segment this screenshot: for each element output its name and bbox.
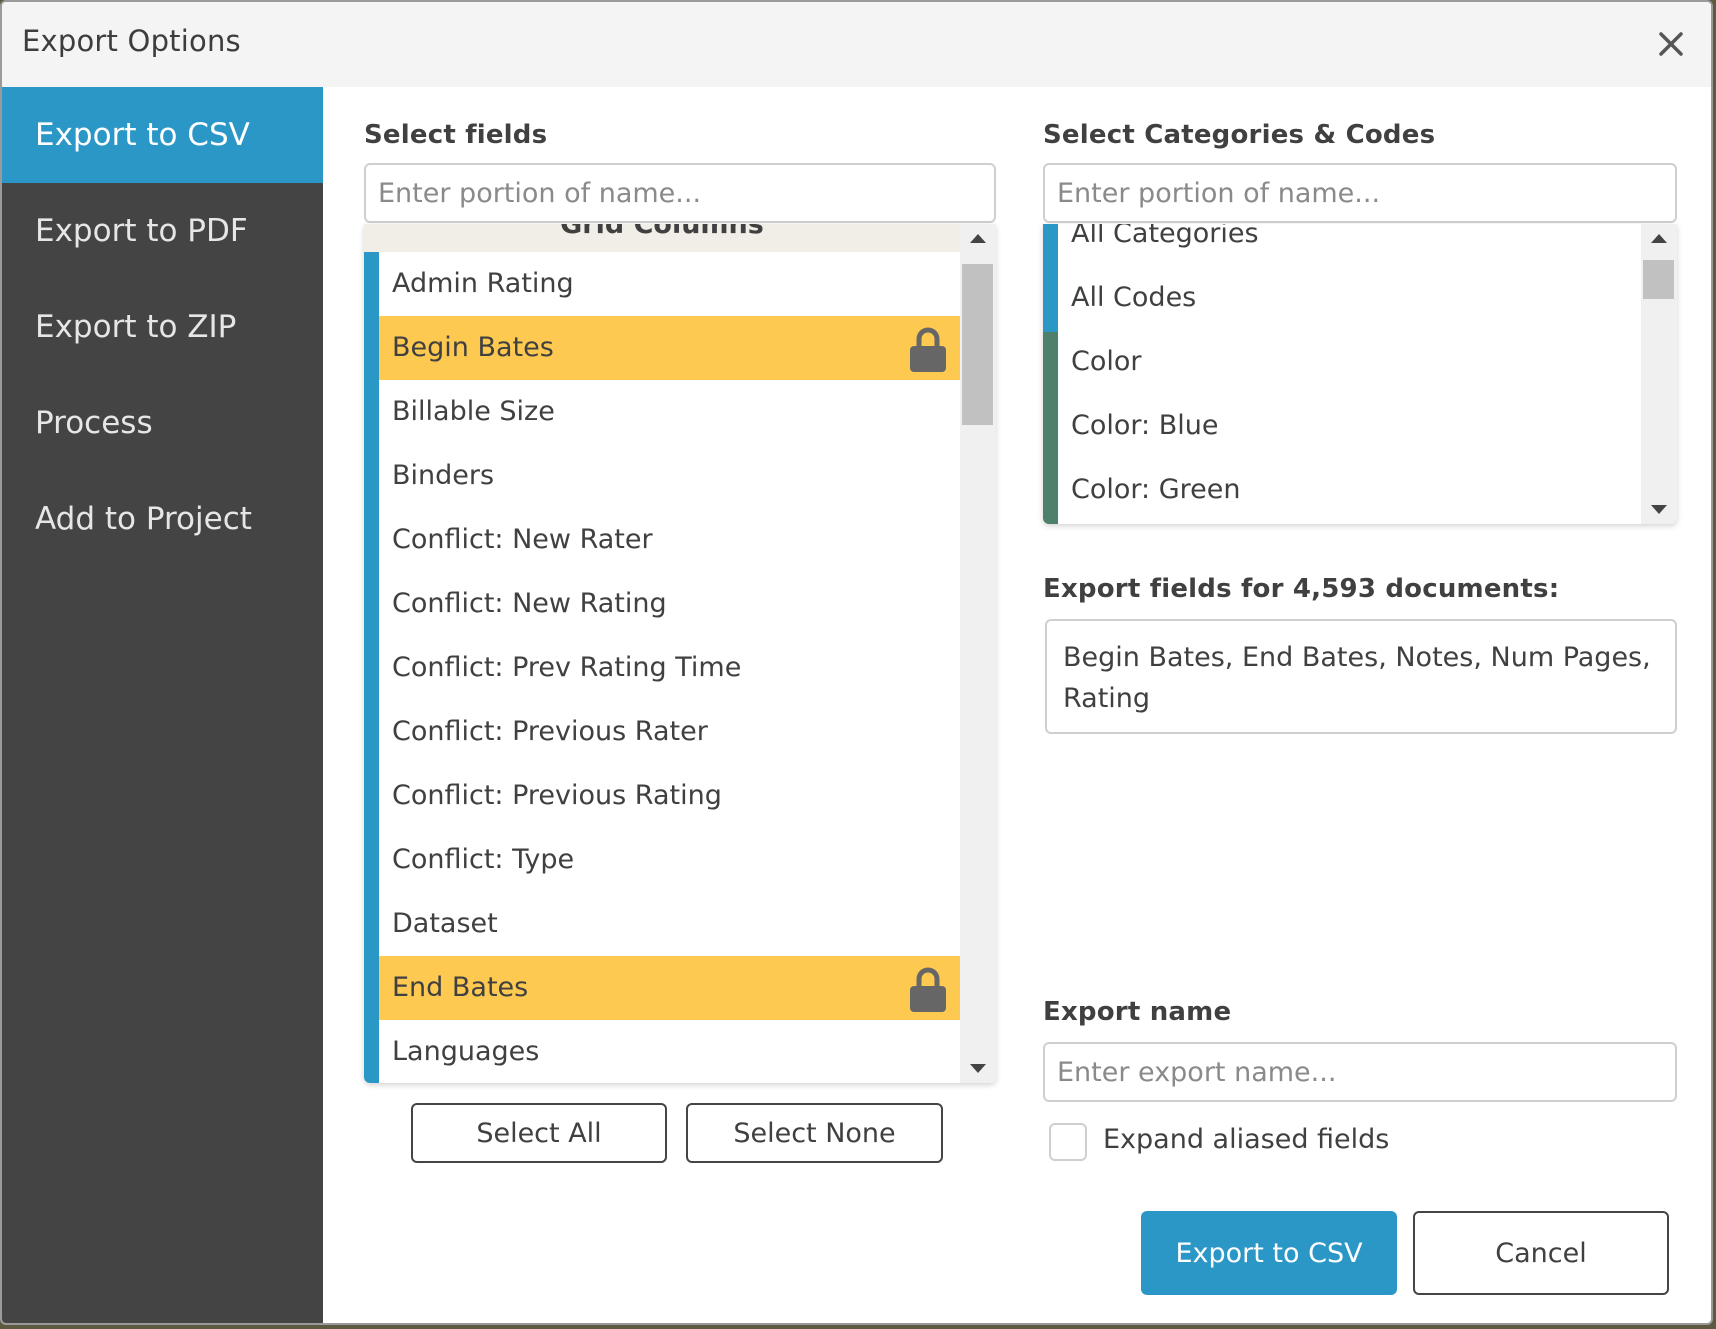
export-options-dialog: Export Options Export to CSV Export to P… xyxy=(0,0,1713,1325)
cancel-button[interactable]: Cancel xyxy=(1413,1211,1669,1295)
export-fields-summary: Begin Bates, End Bates, Notes, Num Pages… xyxy=(1045,619,1677,734)
sidebar: Export to CSV Export to PDF Export to ZI… xyxy=(2,87,323,1323)
fields-search-input[interactable] xyxy=(364,163,996,223)
field-item[interactable]: Admin Rating xyxy=(379,252,960,316)
category-item[interactable]: All Codes xyxy=(1058,266,1641,330)
categories-list: All Categories All Codes Color Color: Blue C… xyxy=(1043,224,1677,524)
group-accent-bar xyxy=(364,252,379,1083)
select-categories-label: Select Categories & Codes xyxy=(1043,120,1436,150)
scroll-thumb[interactable] xyxy=(1643,260,1674,299)
export-fields-label: Export fields for 4,593 documents: xyxy=(1043,574,1560,604)
field-item-label: Conflict: Type xyxy=(392,844,575,875)
select-fields-label: Select fields xyxy=(364,120,548,150)
category-item[interactable]: Color: Blue xyxy=(1058,394,1641,458)
category-accent-all xyxy=(1043,224,1058,332)
close-icon xyxy=(1659,32,1683,56)
field-item[interactable]: Conflict: New Rating xyxy=(379,572,960,636)
arrow-up-icon xyxy=(970,234,986,243)
fields-scrollbar[interactable] xyxy=(960,224,996,1083)
field-item-label: Billable Size xyxy=(392,396,555,427)
dialog-header: Export Options xyxy=(2,2,1711,87)
field-item[interactable]: End Bates xyxy=(379,956,960,1020)
field-item[interactable]: Conflict: Previous Rater xyxy=(379,700,960,764)
lock-icon xyxy=(908,325,948,373)
field-item-label: Binders xyxy=(392,460,495,491)
category-item[interactable]: All Categories xyxy=(1058,224,1641,266)
scroll-down-button[interactable] xyxy=(1641,494,1677,524)
category-item-label: Color xyxy=(1071,346,1142,377)
expand-aliased-label[interactable]: Expand aliased fields xyxy=(1103,1124,1389,1155)
arrow-up-icon xyxy=(1651,234,1667,243)
expand-aliased-checkbox[interactable] xyxy=(1049,1123,1087,1161)
field-item[interactable]: Conflict: Type xyxy=(379,828,960,892)
field-item-label: Begin Bates xyxy=(392,332,554,363)
scroll-thumb[interactable] xyxy=(962,264,993,425)
scroll-down-button[interactable] xyxy=(960,1053,996,1083)
sidebar-item-process[interactable]: Process xyxy=(2,375,323,471)
field-item[interactable]: Dataset xyxy=(379,892,960,956)
field-item-label: Languages xyxy=(392,1036,540,1067)
field-item[interactable]: Conflict: Previous Rating xyxy=(379,764,960,828)
field-item[interactable]: Binders xyxy=(379,444,960,508)
close-button[interactable] xyxy=(1651,24,1691,64)
select-none-button[interactable]: Select None xyxy=(686,1103,943,1163)
field-item[interactable]: Billable Size xyxy=(379,380,960,444)
category-item[interactable]: Color xyxy=(1058,330,1641,394)
export-csv-button[interactable]: Export to CSV xyxy=(1141,1211,1397,1295)
dialog-title: Export Options xyxy=(22,24,241,58)
select-all-button[interactable]: Select All xyxy=(411,1103,667,1163)
categories-search-input[interactable] xyxy=(1043,163,1677,223)
sidebar-item-export-csv[interactable]: Export to CSV xyxy=(2,87,323,183)
arrow-down-icon xyxy=(970,1064,986,1073)
arrow-down-icon xyxy=(1651,505,1667,514)
lock-icon xyxy=(908,965,948,1013)
field-item-label: Conflict: New Rater xyxy=(392,524,653,555)
field-item[interactable]: Begin Bates xyxy=(379,316,960,380)
field-item-label: Conflict: Previous Rater xyxy=(392,716,708,747)
category-item-label: All Codes xyxy=(1071,282,1197,313)
sidebar-item-add-to-project[interactable]: Add to Project xyxy=(2,471,323,567)
categories-scrollbar[interactable] xyxy=(1641,224,1677,524)
export-name-input[interactable] xyxy=(1043,1042,1677,1102)
field-item[interactable]: Conflict: New Rater xyxy=(379,508,960,572)
category-item[interactable]: Color: Green xyxy=(1058,458,1641,522)
field-item-label: Conflict: Previous Rating xyxy=(392,780,722,811)
scroll-up-button[interactable] xyxy=(960,224,996,254)
field-item[interactable]: Conflict: Prev Rating Time xyxy=(379,636,960,700)
field-item[interactable]: Languages xyxy=(379,1020,960,1083)
field-item-label: Admin Rating xyxy=(392,268,574,299)
category-item-label: Color: Blue xyxy=(1071,410,1219,441)
field-item-label: Conflict: Prev Rating Time xyxy=(392,652,742,683)
field-item-label: End Bates xyxy=(392,972,529,1003)
field-item-label: Dataset xyxy=(392,908,498,939)
category-item-label: All Categories xyxy=(1071,224,1259,249)
group-header-grid-columns: Grid Columns xyxy=(364,224,960,252)
sidebar-item-export-pdf[interactable]: Export to PDF xyxy=(2,183,323,279)
category-accent-color xyxy=(1043,332,1058,524)
field-item-label: Conflict: New Rating xyxy=(392,588,667,619)
export-name-label: Export name xyxy=(1043,997,1232,1027)
sidebar-item-export-zip[interactable]: Export to ZIP xyxy=(2,279,323,375)
scroll-up-button[interactable] xyxy=(1641,224,1677,254)
fields-list: Grid Columns Admin Rating Begin Bates Bill… xyxy=(364,224,996,1083)
category-item-label: Color: Green xyxy=(1071,474,1241,505)
